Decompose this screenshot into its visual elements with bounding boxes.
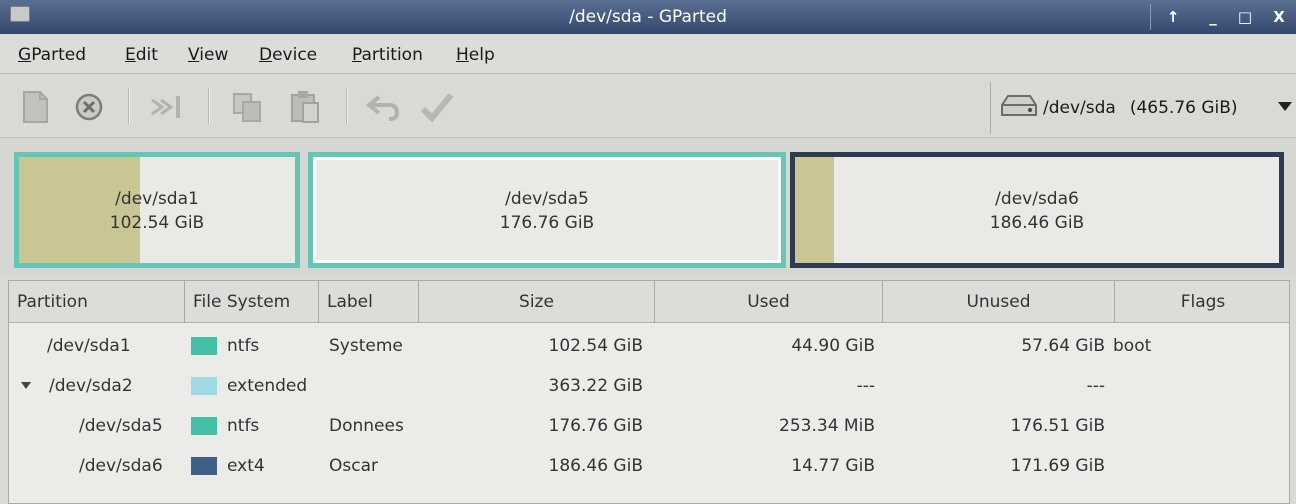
device-name: /dev/sda — [1043, 98, 1116, 118]
filesystem-name: extended — [227, 376, 308, 396]
copy-icon[interactable] — [226, 86, 268, 128]
filesystem-name: ntfs — [227, 416, 260, 436]
paste-icon[interactable] — [284, 86, 326, 128]
resize-move-icon[interactable] — [146, 86, 188, 128]
filesystem-color-swatch — [191, 337, 217, 355]
toolbar-separator — [128, 88, 130, 124]
filesystem-color-swatch — [191, 417, 217, 435]
partition-used: 253.34 MiB — [779, 416, 875, 436]
column-header-size[interactable]: Size — [419, 281, 655, 323]
column-header-label[interactable]: Label — [319, 281, 419, 323]
partition-used: 44.90 GiB — [791, 336, 875, 356]
title-separator — [1150, 4, 1151, 30]
menu-device[interactable]: Device — [259, 45, 317, 65]
up-button[interactable]: ↑ — [1160, 6, 1186, 28]
device-size: (465.76 GiB) — [1129, 98, 1238, 118]
partition-size: 102.54 GiB — [548, 336, 643, 356]
filesystem-color-swatch — [191, 457, 217, 475]
new-icon[interactable] — [14, 86, 56, 128]
column-header-partition[interactable]: Partition — [9, 281, 185, 323]
menu-bar: GParted Edit View Device Partition Help — [0, 34, 1296, 74]
partition-flags: boot — [1113, 336, 1152, 356]
minimize-button[interactable]: _ — [1200, 6, 1226, 28]
partition-label: Donnees — [329, 416, 404, 436]
partition-name: /dev/sda1 — [47, 336, 131, 356]
window-title: /dev/sda - GParted — [569, 7, 727, 27]
partition-label: Oscar — [329, 456, 378, 476]
partition-size: 186.46 GiB — [548, 456, 643, 476]
partition-block-label: /dev/sda5 176.76 GiB — [499, 189, 595, 233]
partition-used: 14.77 GiB — [791, 456, 875, 476]
menu-partition[interactable]: Partition — [352, 45, 423, 65]
partition-unused: --- — [1086, 376, 1105, 396]
table-row[interactable]: /dev/sda5 ntfs Donnees 176.76 GiB 253.34… — [9, 408, 1289, 444]
menu-view[interactable]: View — [188, 45, 228, 65]
partition-table: Partition File System Label Size Used Un… — [8, 280, 1290, 504]
expander-arrow-icon[interactable] — [21, 382, 31, 389]
partition-map: /dev/sda1 102.54 GiB /dev/sda5 176.76 Gi… — [0, 138, 1296, 274]
partition-name: /dev/sda5 — [79, 416, 163, 436]
partition-block-sda5[interactable]: /dev/sda5 176.76 GiB — [308, 152, 786, 268]
table-header: Partition File System Label Size Used Un… — [9, 281, 1289, 323]
table-row[interactable]: /dev/sda6 ext4 Oscar 186.46 GiB 14.77 Gi… — [9, 448, 1289, 484]
menu-help[interactable]: Help — [456, 45, 495, 65]
partition-name: /dev/sda2 — [49, 376, 133, 396]
menu-gparted[interactable]: GParted — [18, 45, 86, 65]
toolbar-separator — [208, 88, 210, 124]
column-header-flags[interactable]: Flags — [1115, 281, 1291, 323]
partition-size: 363.22 GiB — [548, 376, 643, 396]
partition-name: /dev/sda6 — [79, 456, 163, 476]
partition-unused: 57.64 GiB — [1021, 336, 1105, 356]
partition-block-sda6[interactable]: /dev/sda6 186.46 GiB — [790, 152, 1284, 268]
partition-block-label: /dev/sda1 102.54 GiB — [109, 189, 205, 233]
filesystem-name: ntfs — [227, 336, 260, 356]
partition-block-label: /dev/sda6 186.46 GiB — [989, 189, 1085, 233]
maximize-button[interactable]: □ — [1232, 6, 1258, 28]
column-header-used[interactable]: Used — [655, 281, 883, 323]
partition-unused: 171.69 GiB — [1010, 456, 1105, 476]
partition-block-sda1[interactable]: /dev/sda1 102.54 GiB — [14, 152, 300, 268]
partition-size: 176.76 GiB — [548, 416, 643, 436]
apply-icon[interactable] — [416, 86, 458, 128]
partition-label: Systeme — [329, 336, 403, 356]
partition-unused: 176.51 GiB — [1010, 416, 1105, 436]
table-row[interactable]: /dev/sda2 extended 363.22 GiB --- --- — [9, 368, 1289, 404]
undo-icon[interactable] — [362, 86, 404, 128]
chevron-down-icon[interactable] — [1278, 102, 1292, 111]
device-selector[interactable]: /dev/sda (465.76 GiB) — [990, 82, 1296, 134]
filesystem-name: ext4 — [227, 456, 265, 476]
toolbar-separator — [346, 88, 348, 124]
title-bar: /dev/sda - GParted ↑ _ □ X — [0, 0, 1296, 34]
column-header-file-system[interactable]: File System — [185, 281, 319, 323]
close-button[interactable]: X — [1266, 6, 1292, 28]
column-header-unused[interactable]: Unused — [883, 281, 1115, 323]
delete-icon[interactable] — [68, 86, 110, 128]
partition-used: --- — [856, 376, 875, 396]
disk-icon — [999, 93, 1039, 124]
toolbar: /dev/sda (465.76 GiB) — [0, 74, 1296, 138]
filesystem-color-swatch — [191, 377, 217, 395]
table-row[interactable]: /dev/sda1 ntfs Systeme 102.54 GiB 44.90 … — [9, 328, 1289, 364]
menu-edit[interactable]: Edit — [125, 45, 158, 65]
